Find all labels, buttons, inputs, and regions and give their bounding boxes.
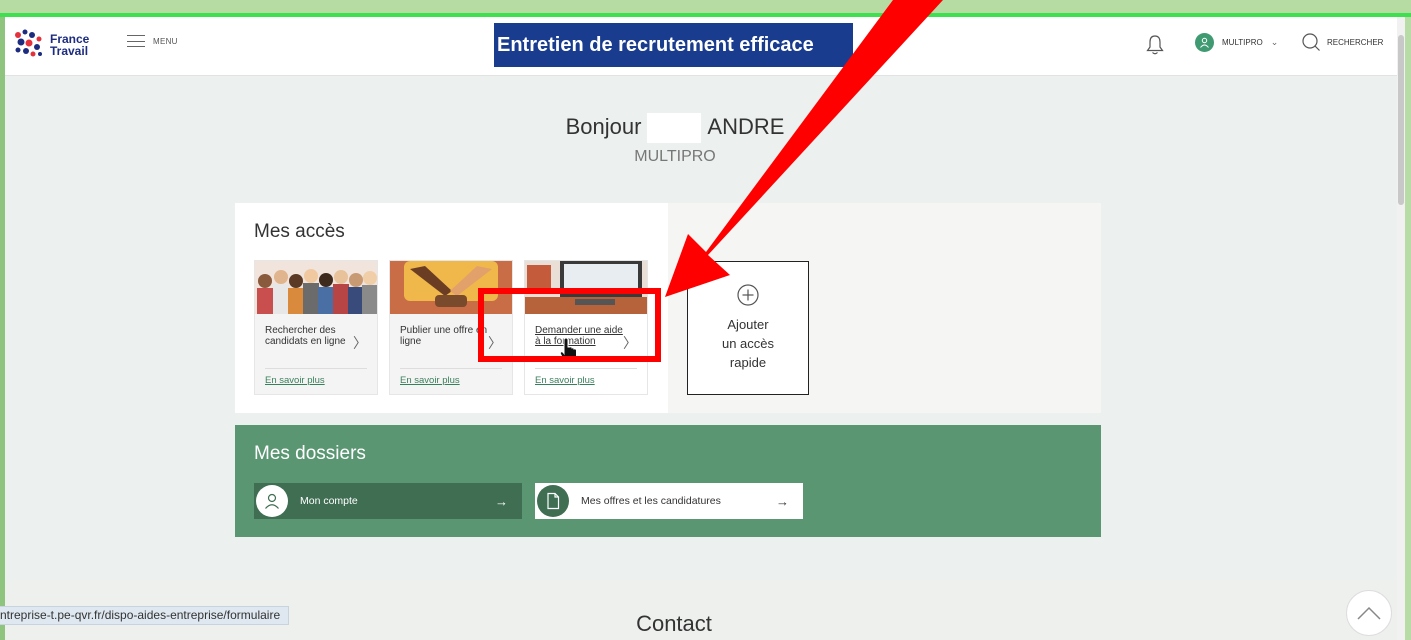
- scrollbar-thumb[interactable]: [1398, 35, 1404, 205]
- card-publier-offre[interactable]: Publier une offre en ligne 〉 En savoir p…: [389, 260, 513, 395]
- add-line-3: rapide: [729, 355, 767, 370]
- card-divider: [265, 368, 367, 369]
- chevron-right-icon: 〉: [623, 335, 637, 351]
- card-rechercher-candidats[interactable]: Rechercher des candidats en ligne 〉 En s…: [254, 260, 378, 395]
- hand-cursor-icon: [559, 337, 577, 363]
- chevron-down-icon: ⌄: [1270, 37, 1279, 47]
- card-title: Demander une aide à la formation: [535, 325, 623, 347]
- mon-compte-label: Mon compte: [300, 495, 358, 507]
- add-quick-access-button[interactable]: Ajouter un accès rapide: [687, 261, 809, 395]
- video-title-banner: Entretien de recrutement efficace: [494, 23, 853, 67]
- add-line-2: un accès: [721, 336, 775, 351]
- mon-compte-button[interactable]: Mon compte →: [254, 483, 522, 519]
- card-illustration-handshake: [390, 261, 512, 314]
- scroll-to-top-button[interactable]: [1346, 590, 1392, 636]
- user-icon: [256, 485, 288, 517]
- top-bar: France Travail MENU Entretien de recrute…: [5, 17, 1405, 76]
- mes-dossiers-panel: Mes dossiers Mon compte → Mes offres et …: [235, 425, 1101, 537]
- user-avatar-icon: [1195, 33, 1214, 52]
- account-name: MULTIPRO: [1222, 38, 1263, 47]
- card-title: Publier une offre en ligne: [400, 325, 488, 347]
- top-band: [0, 0, 1411, 13]
- mes-offres-label: Mes offres et les candidatures: [581, 495, 721, 507]
- en-savoir-plus-link[interactable]: En savoir plus: [400, 375, 460, 386]
- card-demander-aide-formation[interactable]: Demander une aide à la formation 〉 En sa…: [524, 260, 648, 395]
- add-line-1: Ajouter: [727, 317, 769, 332]
- search-label: RECHERCHER: [1327, 37, 1384, 47]
- hamburger-icon: [127, 35, 145, 47]
- mes-acces-panel: Mes accès Rechercher des candidats en li…: [235, 203, 1101, 413]
- logo-text[interactable]: France Travail: [50, 33, 89, 57]
- chevron-right-icon: 〉: [488, 335, 502, 351]
- en-savoir-plus-link[interactable]: En savoir plus: [265, 375, 325, 386]
- plus-circle-icon: [688, 284, 808, 311]
- add-quick-access-label: Ajouter un accès rapide: [688, 315, 808, 372]
- chevron-up-icon: [1357, 606, 1381, 620]
- chevron-right-icon: 〉: [353, 335, 367, 351]
- document-icon: [537, 485, 569, 517]
- card-divider: [400, 368, 502, 369]
- france-travail-logo-icon[interactable]: [12, 27, 46, 66]
- card-divider: [535, 368, 637, 369]
- card-title: Rechercher des candidats en ligne: [265, 325, 346, 347]
- card-illustration-computer: [525, 261, 647, 314]
- company-name: MULTIPRO: [634, 148, 716, 165]
- scrollbar[interactable]: [1397, 17, 1405, 640]
- account-menu[interactable]: MULTIPRO ⌄: [1195, 33, 1278, 52]
- arrow-right-icon: →: [495, 493, 508, 509]
- greeting: Bonjour ANDRE: [5, 113, 1345, 143]
- status-bar-url: ntreprise-t.pe-qvr.fr/dispo-aides-entrep…: [0, 606, 290, 625]
- browser-viewport: France Travail MENU Entretien de recrute…: [5, 17, 1405, 640]
- greeting-name: ANDRE: [707, 113, 785, 139]
- logo-line-2: Travail: [50, 44, 89, 58]
- arrow-right-icon: →: [776, 493, 789, 509]
- menu-button[interactable]: MENU: [127, 35, 178, 47]
- search-button[interactable]: RECHERCHER: [1301, 32, 1383, 52]
- en-savoir-plus-link[interactable]: En savoir plus: [535, 375, 595, 386]
- right-border: [1405, 17, 1411, 640]
- menu-label: MENU: [153, 36, 178, 46]
- screenshot-frame: France Travail MENU Entretien de recrute…: [0, 0, 1411, 640]
- search-icon: [1302, 33, 1320, 51]
- mes-dossiers-title: Mes dossiers: [254, 443, 366, 464]
- bell-icon[interactable]: [1145, 34, 1165, 61]
- redacted-first-name: [647, 113, 702, 143]
- greeting-hello: Bonjour: [565, 113, 642, 139]
- card-illustration-people: [255, 261, 377, 314]
- mes-acces-title: Mes accès: [254, 221, 345, 242]
- mes-offres-button[interactable]: Mes offres et les candidatures →: [535, 483, 803, 519]
